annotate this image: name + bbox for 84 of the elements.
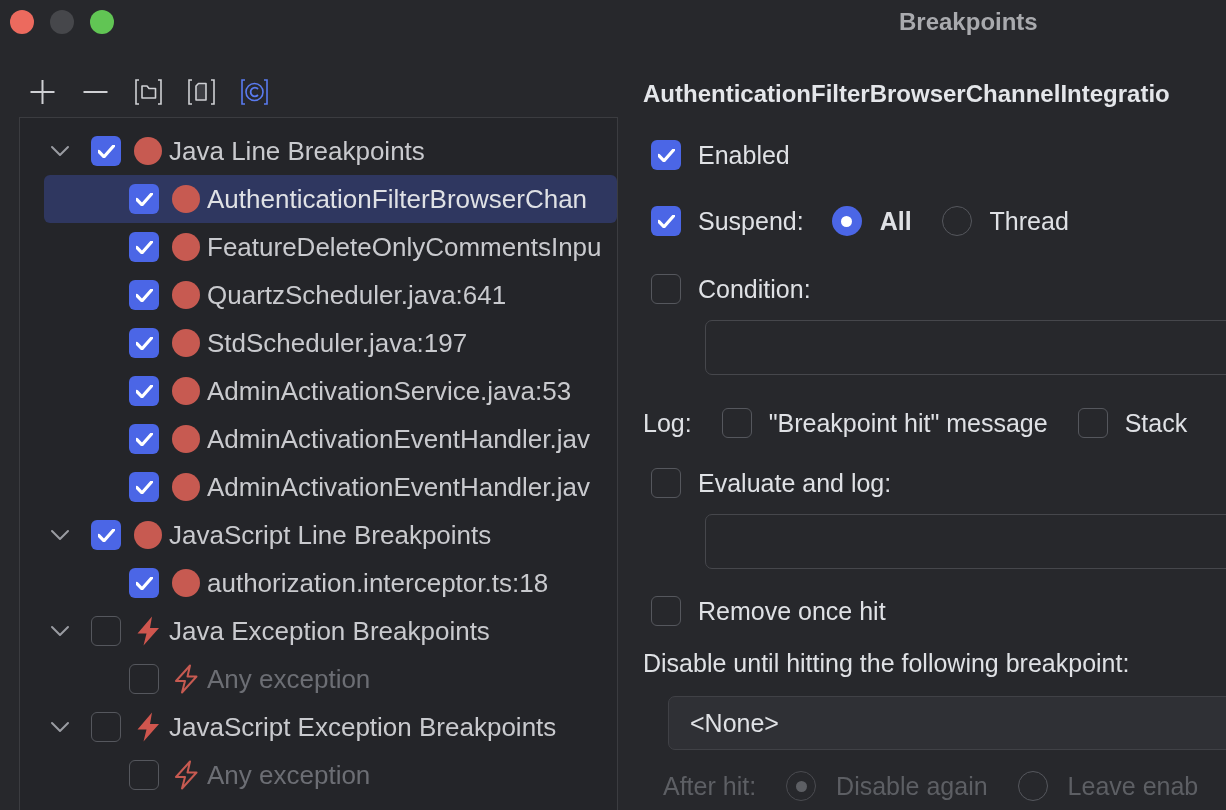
expression-field[interactable]	[705, 514, 1226, 569]
option-label: Stack	[1124, 408, 1188, 438]
check-icon	[135, 480, 153, 494]
check-icon	[135, 576, 153, 590]
breakpoint-dot-icon	[172, 185, 200, 213]
document-icon[interactable]	[186, 77, 217, 107]
checkbox[interactable]	[651, 140, 681, 170]
tree-row[interactable]: AdminActivationEventHandler.jav	[44, 463, 617, 511]
tree-row[interactable]: StdScheduler.java:197	[44, 319, 617, 367]
option-label: Enabled	[698, 140, 790, 170]
option-label: All	[879, 206, 912, 236]
breakpoint-dot-icon	[172, 281, 200, 309]
log-label: Log:	[643, 408, 692, 438]
tree-row[interactable]: JavaScript Exception Breakpoints	[44, 703, 617, 751]
breakpoint-dot-icon	[134, 137, 162, 165]
check-icon	[135, 432, 153, 446]
checkbox[interactable]	[129, 568, 159, 598]
breakpoint-dot-icon	[172, 377, 200, 405]
option-label: Thread	[989, 206, 1069, 236]
checkbox[interactable]	[91, 136, 121, 166]
checkbox[interactable]	[91, 616, 121, 646]
checkbox[interactable]	[129, 376, 159, 406]
breakpoint-dot-icon	[172, 329, 200, 357]
lightning-icon	[134, 616, 162, 646]
option-label: Suspend:	[698, 206, 804, 236]
checkbox[interactable]	[1077, 408, 1108, 438]
window-title: Breakpoints	[899, 8, 1038, 36]
tree-row[interactable]: JavaScript Line Breakpoints	[44, 511, 617, 559]
checkbox[interactable]	[651, 596, 681, 626]
breakpoint-dot-icon	[134, 521, 162, 549]
circled-c-icon[interactable]	[239, 77, 270, 107]
tree-row[interactable]: FeatureDeleteOnlyCommentsInpu	[44, 223, 617, 271]
lightning-icon	[172, 760, 200, 790]
checkbox[interactable]	[129, 760, 159, 790]
checkbox[interactable]	[721, 408, 752, 438]
condition-field[interactable]	[705, 320, 1226, 375]
check-icon	[135, 384, 153, 398]
check-icon	[657, 148, 675, 162]
tree-row[interactable]: QuartzScheduler.java:641	[44, 271, 617, 319]
check-icon	[657, 214, 675, 228]
tree-row[interactable]: authorization.interceptor.ts:18	[44, 559, 617, 607]
checkbox[interactable]	[129, 664, 159, 694]
checkbox[interactable]	[129, 280, 159, 310]
breakpoint-dot-icon	[172, 569, 200, 597]
checkbox[interactable]	[129, 232, 159, 262]
option-label: Leave enab	[1067, 771, 1199, 801]
check-icon	[135, 288, 153, 302]
option-label: Condition:	[698, 274, 811, 304]
checkbox[interactable]	[91, 712, 121, 742]
lightning-icon	[172, 664, 200, 694]
breakpoint-dot-icon	[172, 473, 200, 501]
tree-row[interactable]: Java Line Breakpoints	[44, 127, 617, 175]
folder-icon[interactable]	[133, 77, 164, 107]
checkbox[interactable]	[651, 206, 681, 236]
section-label: Disable until hitting the following breakpoint:	[643, 648, 1130, 678]
checkbox[interactable]	[651, 274, 681, 304]
checkbox[interactable]	[129, 424, 159, 454]
tree-row[interactable]: AuthenticationFilterBrowserChan	[44, 175, 617, 223]
breakpoint-dot-icon	[172, 425, 200, 453]
checkbox[interactable]	[91, 520, 121, 550]
check-icon	[97, 144, 115, 158]
radio-button[interactable]	[831, 206, 862, 236]
breakpoint-title: AuthenticationFilterBrowserChannelIntegratio	[643, 79, 1171, 109]
option-label: "Breakpoint hit" message	[768, 408, 1048, 438]
check-icon	[135, 192, 153, 206]
window-close-icon[interactable]	[10, 10, 34, 34]
option-label: Disable again	[836, 771, 988, 801]
checkbox[interactable]	[129, 472, 159, 502]
option-label: Remove once hit	[698, 596, 886, 626]
checkbox[interactable]	[129, 184, 159, 214]
checkbox[interactable]	[129, 328, 159, 358]
after-hit-label: After hit:	[663, 771, 757, 801]
checkbox[interactable]	[651, 468, 681, 498]
check-icon	[135, 336, 153, 350]
tree-row[interactable]: AdminActivationEventHandler.jav	[44, 415, 617, 463]
breakpoint-dot-icon	[172, 233, 200, 261]
tree-row[interactable]: AdminActivationService.java:53	[44, 367, 617, 415]
tree-row[interactable]: Java Exception Breakpoints	[44, 607, 617, 655]
check-icon	[97, 528, 115, 542]
lightning-icon	[134, 712, 162, 742]
option-label: Evaluate and log:	[698, 468, 892, 498]
breakpoint-dropdown[interactable]: <None>	[668, 696, 1226, 750]
window-zoom-icon[interactable]	[90, 10, 114, 34]
check-icon	[135, 240, 153, 254]
